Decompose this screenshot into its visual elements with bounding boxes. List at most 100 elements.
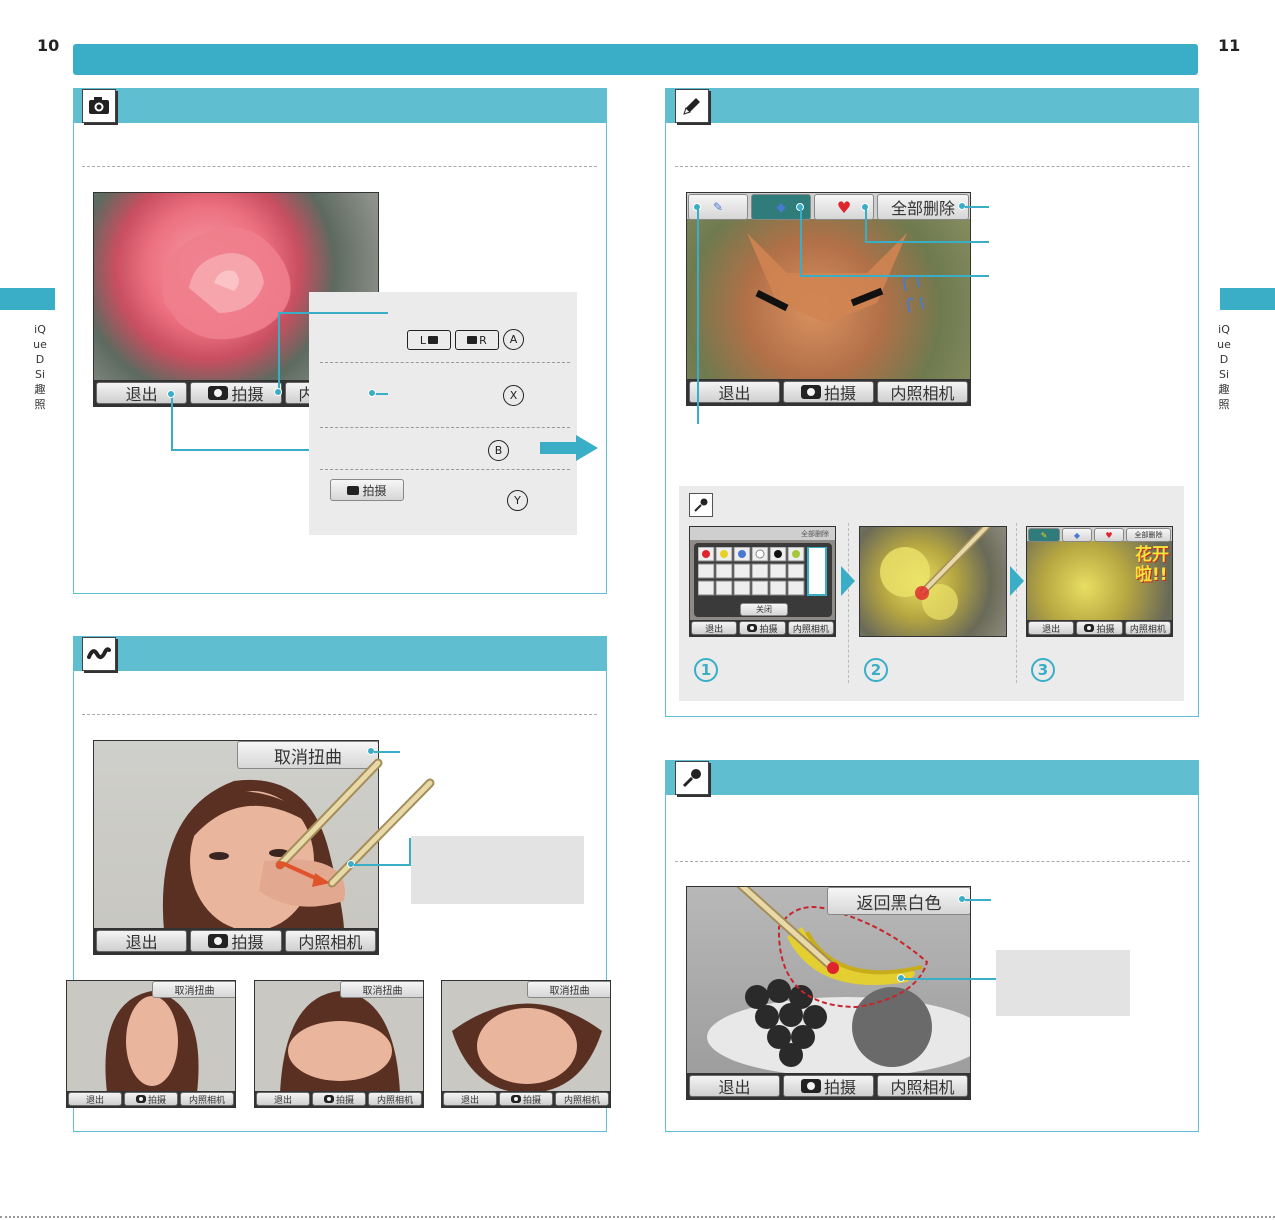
erase-all-button[interactable]: 全部删除	[877, 194, 969, 220]
distort-thumb-3: 取消扭曲 退出 拍摄 内照相机	[441, 980, 611, 1108]
page-edge	[0, 1216, 1275, 1218]
exit-button[interactable]: 退出	[691, 621, 738, 635]
r-button-key: R	[455, 330, 499, 350]
shoot-button[interactable]: 拍摄	[783, 381, 874, 403]
exit-button[interactable]: 退出	[96, 930, 188, 952]
exit-button[interactable]: 退出	[689, 381, 780, 403]
shoot-button[interactable]: 拍摄	[739, 621, 786, 635]
shoot-button[interactable]: 拍摄	[1076, 621, 1123, 635]
shoot-button[interactable]: 拍摄	[190, 382, 282, 404]
inner-camera-button[interactable]: 内照相机	[284, 930, 376, 952]
step-number-1: 1	[694, 658, 718, 682]
inner-camera-button[interactable]: 内照相机	[368, 1092, 422, 1106]
step-number-3: 3	[1031, 658, 1055, 682]
ds-button-bar: 退出 拍摄 内照相机	[687, 1073, 970, 1099]
pencil-tool-button[interactable]: ✎	[1028, 528, 1060, 542]
page-number-left: 10	[37, 36, 60, 55]
draw-toolbar: ✎ ◆ ♥ 全部删除	[687, 193, 970, 220]
next-arrow-icon	[1010, 566, 1024, 596]
top-header-bar	[73, 44, 1198, 75]
callout-line	[171, 396, 173, 450]
ds-button-bar: 退出 拍摄 内照相机	[1027, 620, 1172, 636]
back-to-bw-button[interactable]: 返回黑白色	[827, 887, 970, 915]
draw-toolbar: ✎ ◆ ♥ 全部删除	[1027, 527, 1172, 542]
wave-icon	[82, 637, 116, 671]
exit-button[interactable]: 退出	[68, 1092, 122, 1106]
stamp-tool-button[interactable]: ♥	[1094, 528, 1124, 542]
callout-line	[865, 209, 867, 243]
a-button-key: A	[503, 329, 524, 350]
step-number-2: 2	[864, 658, 888, 682]
camera-icon	[82, 89, 116, 123]
palette-panel: 关闭	[694, 543, 832, 617]
page-number-right: 11	[1218, 36, 1241, 55]
next-arrow-icon	[841, 566, 855, 596]
divider	[848, 523, 849, 683]
camera-icon	[323, 1095, 334, 1103]
step1-screenshot: 全部删除 关闭 退出 拍摄 内照相机	[689, 526, 836, 637]
exit-button[interactable]: 退出	[256, 1092, 310, 1106]
camera-icon	[1084, 624, 1095, 632]
next-arrow-icon	[540, 435, 598, 461]
inner-camera-button[interactable]: 内照相机	[555, 1092, 609, 1106]
b-button-key: B	[488, 440, 509, 461]
callout-dot	[368, 389, 376, 397]
panel-header	[666, 761, 1198, 795]
camera-icon	[747, 624, 758, 632]
shoot-button[interactable]: 拍摄	[190, 930, 282, 952]
side-tab-right	[1220, 288, 1275, 310]
callout-box	[411, 836, 584, 904]
shoot-button[interactable]: 拍摄	[783, 1075, 874, 1097]
distort-thumb-1: 取消扭曲 退出 拍摄 内照相机	[66, 980, 236, 1108]
callout-line	[800, 275, 989, 277]
flower-caption: 花开啦!!	[1135, 545, 1169, 585]
panel-header	[666, 89, 1198, 123]
camera-icon	[800, 1079, 821, 1093]
mini-shoot-button: 拍摄	[330, 479, 404, 501]
inner-camera-button[interactable]: 内照相机	[877, 1075, 968, 1097]
divider	[675, 861, 1190, 862]
shoot-button[interactable]: 拍摄	[124, 1092, 178, 1106]
exit-button[interactable]: 退出	[689, 1075, 780, 1097]
camera-icon	[510, 1095, 521, 1103]
callout-line	[865, 241, 989, 243]
callout-line	[904, 978, 996, 980]
callout-line	[278, 312, 280, 392]
banana-screenshot: 返回黑白色 退出 拍摄 内照相机	[686, 886, 971, 1100]
inner-camera-button[interactable]: 内照相机	[787, 621, 834, 635]
callout-line	[171, 449, 309, 451]
cancel-distort-button[interactable]: 取消扭曲	[340, 981, 423, 998]
callout-line	[374, 751, 400, 753]
divider	[320, 469, 570, 470]
callout-line	[354, 864, 410, 866]
shoot-button[interactable]: 拍摄	[312, 1092, 366, 1106]
shoot-button[interactable]: 拍摄	[499, 1092, 553, 1106]
ds-button-bar: 退出 拍摄 内照相机	[442, 1091, 610, 1107]
dropper-icon	[689, 493, 713, 517]
callout-line	[697, 209, 699, 424]
inner-camera-button[interactable]: 内照相机	[1124, 621, 1171, 635]
ds-button-bar: 退出 拍摄 内照相机	[690, 620, 835, 636]
inner-camera-button[interactable]: 内照相机	[180, 1092, 234, 1106]
side-label-right: iQueDSi趣照	[1217, 323, 1231, 411]
pencil-icon	[675, 89, 709, 123]
close-button[interactable]: 关闭	[740, 603, 788, 616]
divider	[320, 362, 570, 363]
divider	[320, 427, 570, 428]
exit-button[interactable]: 退出	[443, 1092, 497, 1106]
callout-line	[965, 206, 989, 208]
cancel-distort-button[interactable]: 取消扭曲	[152, 981, 235, 998]
divider	[82, 166, 597, 167]
camera-icon	[135, 1095, 146, 1103]
inner-camera-button[interactable]: 内照相机	[877, 381, 968, 403]
panel-header	[74, 637, 606, 671]
step2-screenshot	[859, 526, 1007, 637]
eraser-tool-button[interactable]: ◆	[1062, 528, 1092, 542]
panel-header	[74, 89, 606, 123]
exit-button[interactable]: 退出	[1028, 621, 1075, 635]
erase-all-button[interactable]: 全部删除	[1126, 528, 1171, 542]
y-button-key: Y	[507, 490, 528, 511]
ds-button-bar: 退出 拍摄 内照相机	[255, 1091, 423, 1107]
cancel-distort-button[interactable]: 取消扭曲	[527, 981, 610, 998]
divider	[675, 166, 1190, 167]
